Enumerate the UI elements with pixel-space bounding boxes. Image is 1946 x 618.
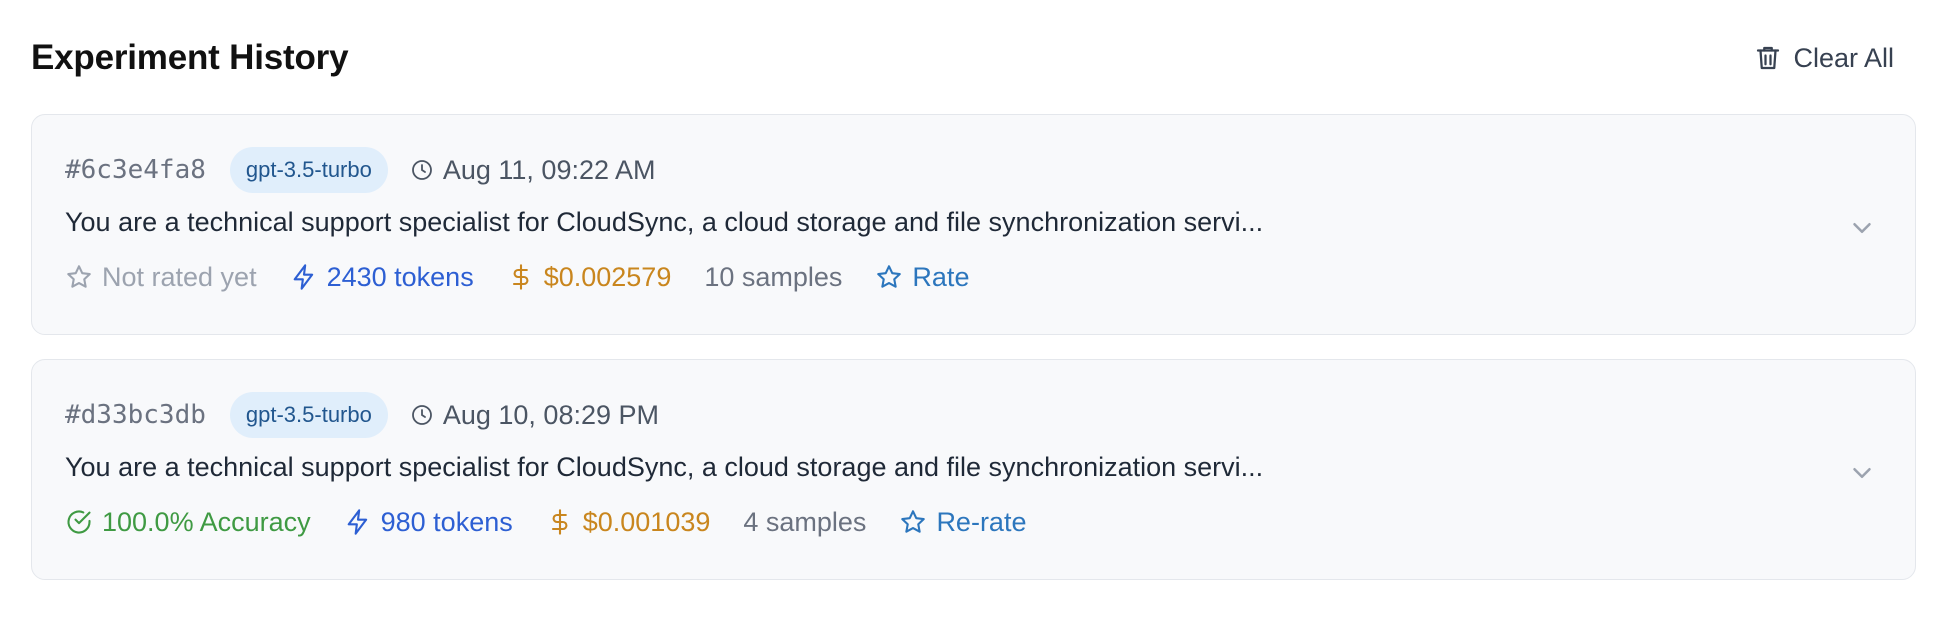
timestamp-text: Aug 11, 09:22 AM xyxy=(442,154,656,185)
panel-header: Experiment History Clear All xyxy=(31,0,1916,114)
token-count-text: 2430 tokens xyxy=(326,261,474,292)
model-badge: gpt-3.5-turbo xyxy=(229,392,388,438)
star-icon xyxy=(877,265,902,288)
trash-icon xyxy=(1757,46,1780,70)
prompt-preview: You are a technical support specialist f… xyxy=(65,452,1264,482)
cost-text: $0.002579 xyxy=(543,261,672,292)
check-circle-icon xyxy=(67,510,91,534)
rating-status-text: Not rated yet xyxy=(102,261,257,292)
chevron-down-icon xyxy=(1853,223,1871,233)
re-rate-button[interactable]: Re-rate xyxy=(899,507,1026,538)
accuracy-status: 100.0% Accuracy xyxy=(65,507,311,538)
chevron-down-icon xyxy=(1853,468,1871,478)
clock-icon xyxy=(411,405,432,425)
cost: $0.002579 xyxy=(507,261,672,293)
sample-count: 4 samples xyxy=(743,506,867,537)
timestamp: Aug 11, 09:22 AM xyxy=(410,155,656,186)
rate-button[interactable]: Rate xyxy=(875,262,969,293)
expand-button[interactable] xyxy=(1847,213,1877,243)
token-count: 2430 tokens xyxy=(290,262,474,293)
experiment-card[interactable]: #6c3e4fa8 gpt-3.5-turbo Aug 11, 09:22 AM… xyxy=(31,114,1916,335)
dollar-icon xyxy=(512,264,529,290)
experiment-history-panel: Experiment History Clear All #6c3e4fa8 g… xyxy=(0,0,1946,618)
dollar-icon xyxy=(551,509,568,535)
clear-all-label: Clear All xyxy=(1793,42,1894,73)
star-icon xyxy=(901,510,926,533)
model-badge: gpt-3.5-turbo xyxy=(229,147,388,193)
accuracy-text: 100.0% Accuracy xyxy=(102,506,311,537)
timestamp-text: Aug 10, 08:29 PM xyxy=(442,399,660,430)
timestamp: Aug 10, 08:29 PM xyxy=(410,400,659,431)
rating-status: Not rated yet xyxy=(65,262,257,293)
expand-button[interactable] xyxy=(1847,458,1877,488)
experiment-id: #d33bc3db xyxy=(65,400,206,430)
cost-text: $0.001039 xyxy=(582,506,711,537)
token-count: 980 tokens xyxy=(344,507,513,538)
star-outline-icon xyxy=(67,265,91,288)
prompt-preview: You are a technical support specialist f… xyxy=(65,207,1264,237)
rate-button-label: Rate xyxy=(912,261,970,292)
experiment-card[interactable]: #d33bc3db gpt-3.5-turbo Aug 10, 08:29 PM… xyxy=(31,359,1916,580)
page-title: Experiment History xyxy=(31,38,349,77)
clear-all-button[interactable]: Clear All xyxy=(1753,43,1894,74)
clock-icon xyxy=(411,160,432,180)
token-count-text: 980 tokens xyxy=(380,506,513,537)
experiment-id: #6c3e4fa8 xyxy=(65,155,206,185)
cost: $0.001039 xyxy=(546,506,711,538)
lightning-icon xyxy=(347,509,367,535)
re-rate-button-label: Re-rate xyxy=(936,506,1027,537)
sample-count: 10 samples xyxy=(704,261,843,292)
lightning-icon xyxy=(293,264,313,290)
